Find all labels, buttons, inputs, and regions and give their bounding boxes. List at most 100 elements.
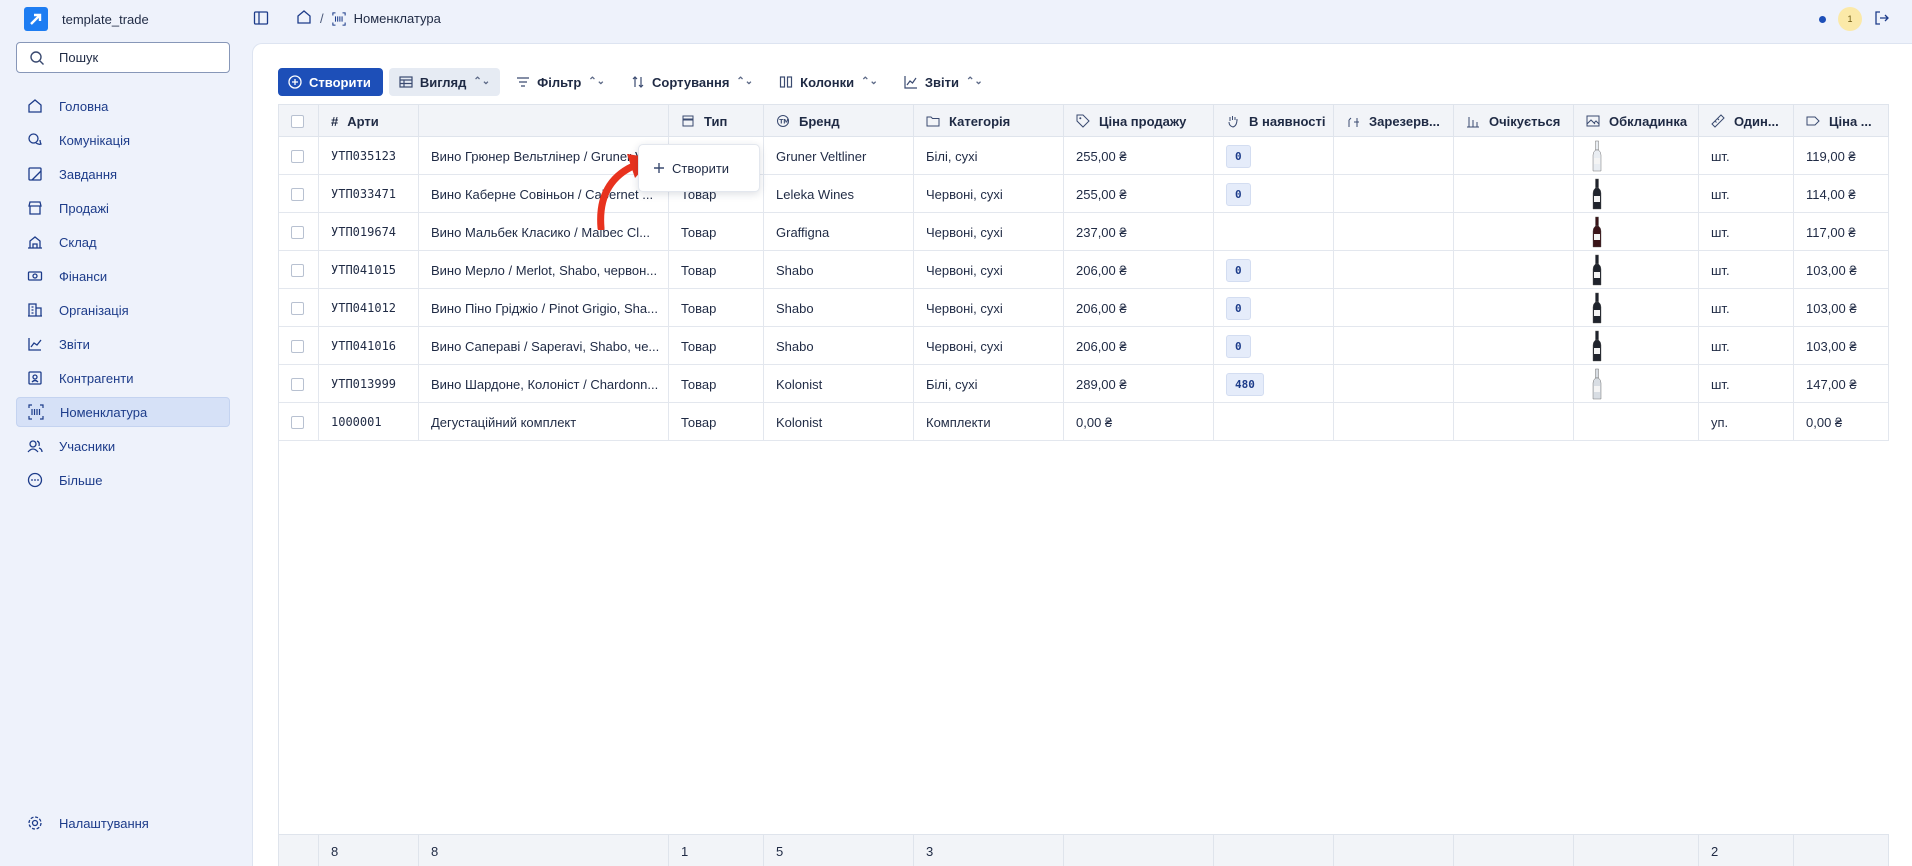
sidebar-item-organization[interactable]: Організація: [16, 295, 230, 325]
layers-icon: [682, 115, 694, 127]
sidebar-item-members[interactable]: Учасники: [16, 431, 230, 461]
create-button[interactable]: Створити: [278, 68, 383, 96]
create-button-label: Створити: [309, 74, 371, 90]
filter-button[interactable]: Фільтр ⌃⌄: [506, 68, 615, 96]
view-button[interactable]: Вигляд ⌃⌄: [388, 68, 501, 96]
notification-badge[interactable]: 1: [1838, 7, 1862, 31]
barcode-icon: [331, 11, 346, 26]
cell-expected: [1454, 175, 1574, 213]
sort-button[interactable]: Сортування ⌃⌄: [621, 68, 763, 96]
search-input[interactable]: Пошук: [16, 42, 230, 73]
cell-unit: уп.: [1699, 403, 1794, 441]
sidebar-item-label: Номенклатура: [60, 404, 148, 420]
table-row[interactable]: УТП033471 Вино Каберне Совіньон / Caberne…: [279, 175, 1889, 213]
row-checkbox[interactable]: [279, 213, 319, 251]
expected-icon: [1467, 117, 1479, 128]
sidebar-item-settings[interactable]: Налаштування: [16, 808, 230, 838]
sidebar-item-nomenclature[interactable]: Номенклатура: [16, 397, 230, 427]
row-checkbox[interactable]: [279, 365, 319, 403]
folder-icon: [926, 116, 940, 127]
cell-unit: шт.: [1699, 175, 1794, 213]
cell-price: 206,00 ₴: [1064, 327, 1214, 365]
breadcrumb-home[interactable]: [296, 9, 312, 28]
cell-name: Вино Піно Гріджіо / Pinot Grigio, Sha...: [419, 289, 669, 327]
sidebar-item-warehouse[interactable]: Склад: [16, 227, 230, 257]
table-row[interactable]: 1000001 Дегустаційний комплект Товар Koloni…: [279, 403, 1889, 441]
column-header-cover[interactable]: Обкладинка: [1574, 105, 1699, 137]
home-icon: [28, 99, 42, 113]
home-icon: [297, 10, 311, 24]
row-checkbox[interactable]: [279, 289, 319, 327]
breadcrumb-current[interactable]: Номенклатура: [354, 11, 441, 26]
cell-category: Білі, сухі: [914, 365, 1064, 403]
cell-cost: 114,00 ₴: [1794, 175, 1889, 213]
row-checkbox[interactable]: [279, 175, 319, 213]
row-checkbox[interactable]: [279, 137, 319, 175]
sidebar-item-sales[interactable]: Продажі: [16, 193, 230, 223]
columns-button[interactable]: Колонки ⌃⌄: [769, 68, 888, 96]
top-right-controls: 1: [1819, 7, 1890, 31]
column-header-cost[interactable]: Ціна ...: [1794, 105, 1889, 137]
column-header-expected[interactable]: Очікується: [1454, 105, 1574, 137]
cell-reserved: [1334, 175, 1454, 213]
cell-type: Товар: [669, 365, 764, 403]
sidebar-item-contractors[interactable]: Контрагенти: [16, 363, 230, 393]
cell-type: Товар: [669, 403, 764, 441]
table-row[interactable]: УТП041016 Вино Сапераві / Saperavi, Shabo…: [279, 327, 1889, 365]
table-row[interactable]: УТП019674 Вино Мальбек Класико / Malbec C…: [279, 213, 1889, 251]
cell-unit: шт.: [1699, 327, 1794, 365]
column-header-in-stock[interactable]: В наявності: [1214, 105, 1334, 137]
cell-brand: Kolonist: [764, 403, 914, 441]
reports-button[interactable]: Звіти ⌃⌄: [894, 68, 993, 96]
table-row[interactable]: УТП041012 Вино Піно Гріджіо / Pinot Grigi…: [279, 289, 1889, 327]
logout-button[interactable]: [1874, 10, 1890, 29]
cell-stock: [1214, 213, 1334, 251]
column-header-price[interactable]: Ціна продажу: [1064, 105, 1214, 137]
column-header-brand[interactable]: TM Бренд: [764, 105, 914, 137]
column-header-category[interactable]: Категорія: [914, 105, 1064, 137]
cell-cost: 103,00 ₴: [1794, 251, 1889, 289]
table-row[interactable]: УТП041015 Вино Мерло / Merlot, Shabo, чер…: [279, 251, 1889, 289]
sidebar-item-finance[interactable]: Фінанси: [16, 261, 230, 291]
cell-cost: 103,00 ₴: [1794, 289, 1889, 327]
cell-cover: [1574, 137, 1699, 175]
table-row[interactable]: УТП035123 Вино Грюнер Вельтлінер / Gruner…: [279, 137, 1889, 175]
sidebar-toggle-icon: [253, 11, 269, 25]
cell-cost: 119,00 ₴: [1794, 137, 1889, 175]
column-header-type[interactable]: Тип: [669, 105, 764, 137]
cell-cover: [1574, 251, 1699, 289]
sidebar-item-home[interactable]: Головна: [16, 91, 230, 121]
row-checkbox[interactable]: [279, 251, 319, 289]
popup-create-item[interactable]: Створити: [647, 153, 735, 183]
sidebar: template_trade Пошук Головна Комунікація…: [0, 0, 252, 866]
cell-sku: УТП033471: [319, 175, 419, 213]
cell-cover: [1574, 213, 1699, 251]
column-header-sku[interactable]: # Арти: [319, 105, 419, 137]
table-row[interactable]: УТП013999 Вино Шардоне, Колоніст / Chardo…: [279, 365, 1889, 403]
table-header: # Арти Тип TM Бренд Категорія Ціна продаж…: [279, 104, 1889, 137]
row-checkbox[interactable]: [279, 327, 319, 365]
sidebar-item-more[interactable]: Більше: [16, 465, 230, 495]
bottle-image: [1592, 216, 1602, 248]
app-header[interactable]: template_trade: [24, 6, 149, 32]
cell-cost: 147,00 ₴: [1794, 365, 1889, 403]
app-name: template_trade: [62, 11, 149, 27]
select-all-checkbox[interactable]: [279, 105, 319, 137]
ruler-icon: [1711, 114, 1725, 128]
column-header-name[interactable]: [419, 105, 669, 137]
sidebar-item-communication[interactable]: Комунікація: [16, 125, 230, 155]
column-header-unit[interactable]: Один...: [1699, 105, 1794, 137]
sidebar-item-tasks[interactable]: Завдання: [16, 159, 230, 189]
column-header-reserved[interactable]: Зарезерв...: [1334, 105, 1454, 137]
sidebar-toggle-button[interactable]: [253, 10, 269, 29]
row-checkbox[interactable]: [279, 403, 319, 441]
sort-icon: [632, 76, 644, 88]
footer-count-sku: 8: [319, 835, 419, 866]
app-logo-icon: [24, 7, 48, 31]
cell-stock: 0: [1214, 327, 1334, 365]
sidebar-item-reports[interactable]: Звіти: [16, 329, 230, 359]
cell-name: Вино Сапераві / Saperavi, Shabo, че...: [419, 327, 669, 365]
cell-brand: Shabo: [764, 251, 914, 289]
cell-reserved: [1334, 327, 1454, 365]
cell-cover: [1574, 327, 1699, 365]
